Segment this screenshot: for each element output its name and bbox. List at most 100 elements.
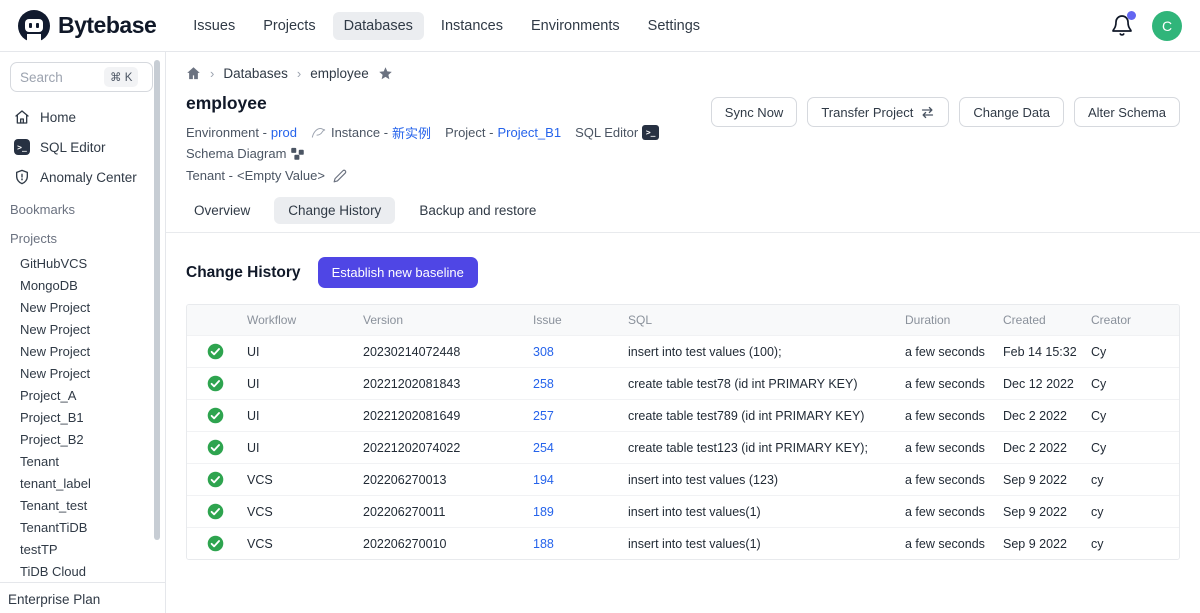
sidebar-project-item[interactable]: Project_A [0, 384, 165, 406]
sidebar-project-item[interactable]: TiDB Cloud [0, 560, 165, 582]
sql-editor-icon: >_ [14, 139, 30, 155]
topnav-item-projects[interactable]: Projects [252, 12, 326, 40]
issue-link[interactable]: 194 [533, 473, 554, 487]
topnav-item-databases[interactable]: Databases [333, 12, 424, 40]
sql-cell: create table test123 (id int PRIMARY KEY… [624, 434, 901, 462]
sidebar-item-anomaly-center[interactable]: Anomaly Center [0, 162, 165, 192]
sidebar-project-item[interactable]: Project_B1 [0, 406, 165, 428]
instance-meta: Instance - 新实例 [311, 123, 431, 142]
sidebar-project-item[interactable]: testTP [0, 538, 165, 560]
sidebar-project-item[interactable]: GitHubVCS [0, 252, 165, 274]
creator-cell: Cy [1087, 402, 1179, 430]
duration-cell: a few seconds [901, 434, 999, 462]
favorite-star-icon[interactable] [378, 66, 393, 81]
column-header-Workflow: Workflow [243, 305, 359, 335]
topnav-item-instances[interactable]: Instances [430, 12, 514, 40]
success-check-icon [207, 375, 224, 392]
change-data-button[interactable]: Change Data [959, 97, 1064, 127]
workflow-cell: UI [243, 434, 359, 462]
issue-link[interactable]: 188 [533, 537, 554, 551]
created-cell: Dec 2 2022 [999, 434, 1087, 462]
duration-cell: a few seconds [901, 530, 999, 558]
creator-cell: Cy [1087, 370, 1179, 398]
issue-cell: 254 [529, 434, 624, 462]
page-actions: Sync Now Transfer Project Change Data Alter… [711, 97, 1180, 127]
search-input[interactable] [20, 70, 104, 85]
duration-cell: a few seconds [901, 498, 999, 526]
breadcrumb-employee[interactable]: employee [310, 66, 369, 81]
search-box[interactable]: ⌘ K [10, 62, 153, 92]
sidebar-scrollbar[interactable] [154, 60, 160, 540]
shield-icon [14, 169, 30, 185]
version-cell: 202206270010 [359, 530, 529, 558]
created-cell: Feb 14 15:32 [999, 338, 1087, 366]
sidebar: ⌘ K Home >_ SQL Editor Anomaly Center Bo… [0, 52, 166, 613]
sidebar-project-item[interactable]: New Project [0, 340, 165, 362]
tab-backup-and-restore[interactable]: Backup and restore [405, 197, 550, 224]
topnav-item-issues[interactable]: Issues [182, 12, 246, 40]
column-header-Creator: Creator [1087, 305, 1179, 335]
sidebar-project-item[interactable]: Tenant_test [0, 494, 165, 516]
success-check-icon [207, 503, 224, 520]
environment-link[interactable]: prod [271, 125, 297, 140]
table-row: VCS202206270013194insert into test value… [187, 463, 1179, 495]
transfer-project-button[interactable]: Transfer Project [807, 97, 949, 127]
tab-overview[interactable]: Overview [180, 197, 264, 224]
status-cell [187, 336, 243, 367]
issue-link[interactable]: 189 [533, 505, 554, 519]
status-cell [187, 432, 243, 463]
table-row: UI20230214072448308insert into test valu… [187, 335, 1179, 367]
sync-now-button[interactable]: Sync Now [711, 97, 798, 127]
table-row: UI20221202081843258create table test78 (… [187, 367, 1179, 399]
sidebar-project-item[interactable]: New Project [0, 362, 165, 384]
breadcrumb-home-icon[interactable] [186, 66, 201, 81]
sidebar-project-item[interactable]: Tenant [0, 450, 165, 472]
project-meta: Project - Project_B1 [445, 125, 561, 140]
duration-cell: a few seconds [901, 466, 999, 494]
project-link[interactable]: Project_B1 [497, 125, 561, 140]
bytebase-logo[interactable]: Bytebase [18, 10, 156, 42]
topnav-item-environments[interactable]: Environments [520, 12, 631, 40]
issue-link[interactable]: 258 [533, 377, 554, 391]
sidebar-project-item[interactable]: New Project [0, 318, 165, 340]
user-avatar[interactable]: C [1152, 11, 1182, 41]
change-history-table: WorkflowVersionIssueSQLDurationCreatedCr… [186, 304, 1180, 560]
instance-link[interactable]: 新实例 [392, 123, 431, 142]
issue-link[interactable]: 257 [533, 409, 554, 423]
issue-link[interactable]: 254 [533, 441, 554, 455]
tenant-meta: Tenant - <Empty Value> [186, 168, 347, 183]
sidebar-project-item[interactable]: tenant_label [0, 472, 165, 494]
sidebar-project-item[interactable]: New Project [0, 296, 165, 318]
topnav-item-settings[interactable]: Settings [637, 12, 711, 40]
schema-diagram-shortcut[interactable]: Schema Diagram [186, 146, 305, 161]
establish-baseline-button[interactable]: Establish new baseline [318, 257, 478, 288]
version-cell: 202206270011 [359, 498, 529, 526]
issue-cell: 308 [529, 338, 624, 366]
sidebar-item-home[interactable]: Home [0, 102, 165, 132]
plan-label: Enterprise Plan [0, 582, 165, 613]
projects-list: GitHubVCSMongoDBNew ProjectNew ProjectNe… [0, 250, 165, 582]
issue-cell: 194 [529, 466, 624, 494]
success-check-icon [207, 439, 224, 456]
alter-schema-button[interactable]: Alter Schema [1074, 97, 1180, 127]
created-cell: Sep 9 2022 [999, 466, 1087, 494]
sidebar-item-sql-editor[interactable]: >_ SQL Editor [0, 132, 165, 162]
column-header-status [187, 312, 243, 328]
issue-link[interactable]: 308 [533, 345, 554, 359]
sidebar-project-item[interactable]: MongoDB [0, 274, 165, 296]
sidebar-project-item[interactable]: Project_B2 [0, 428, 165, 450]
chevron-right-icon: › [210, 66, 214, 81]
status-cell [187, 368, 243, 399]
sql-editor-shortcut[interactable]: SQL Editor >_ [575, 125, 659, 140]
workflow-cell: UI [243, 370, 359, 398]
breadcrumb-databases[interactable]: Databases [223, 66, 288, 81]
creator-cell: cy [1087, 498, 1179, 526]
tab-change-history[interactable]: Change History [274, 197, 395, 224]
version-cell: 20221202081843 [359, 370, 529, 398]
sidebar-project-item[interactable]: TenantTiDB [0, 516, 165, 538]
edit-pencil-icon[interactable] [333, 169, 347, 183]
notifications-button[interactable] [1110, 14, 1134, 38]
status-cell [187, 528, 243, 559]
sql-editor-icon: >_ [642, 125, 659, 140]
creator-cell: cy [1087, 530, 1179, 558]
